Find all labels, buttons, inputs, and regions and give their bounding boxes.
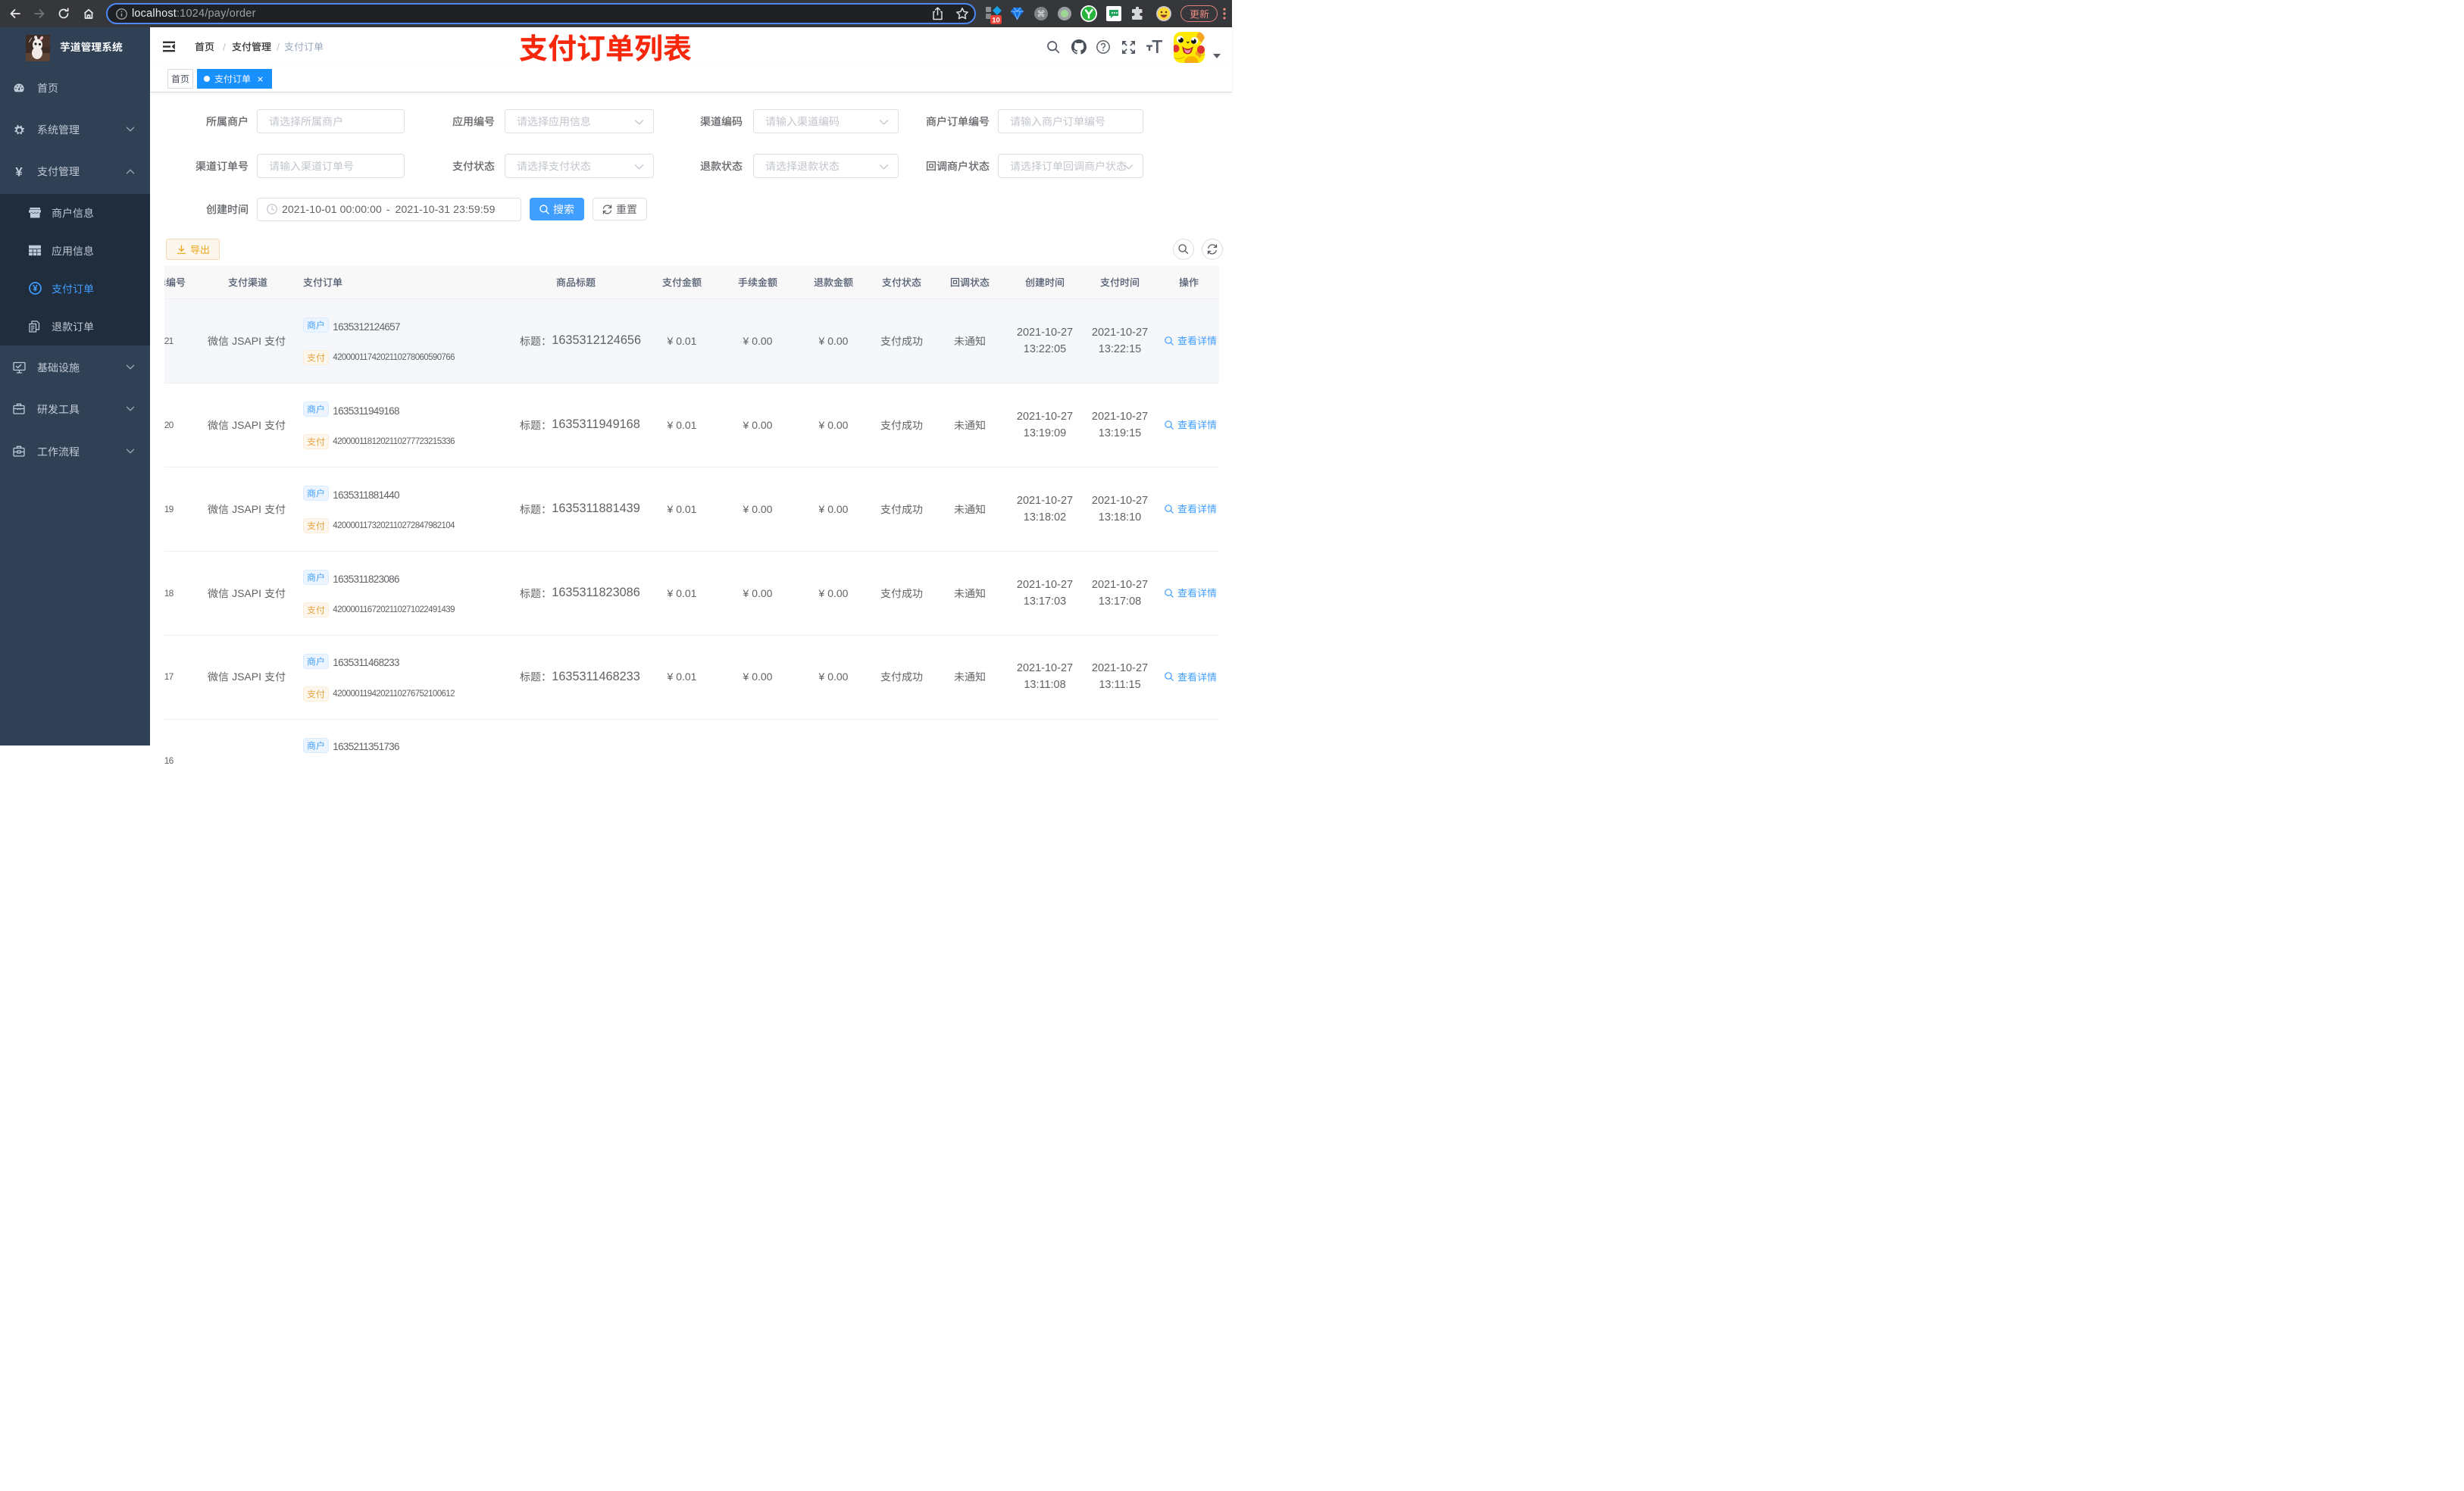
svg-text:10: 10 xyxy=(992,17,1000,25)
svg-text:¥: ¥ xyxy=(33,285,38,294)
svg-text:⌘: ⌘ xyxy=(1037,10,1046,19)
svg-text:¥: ¥ xyxy=(15,165,23,178)
